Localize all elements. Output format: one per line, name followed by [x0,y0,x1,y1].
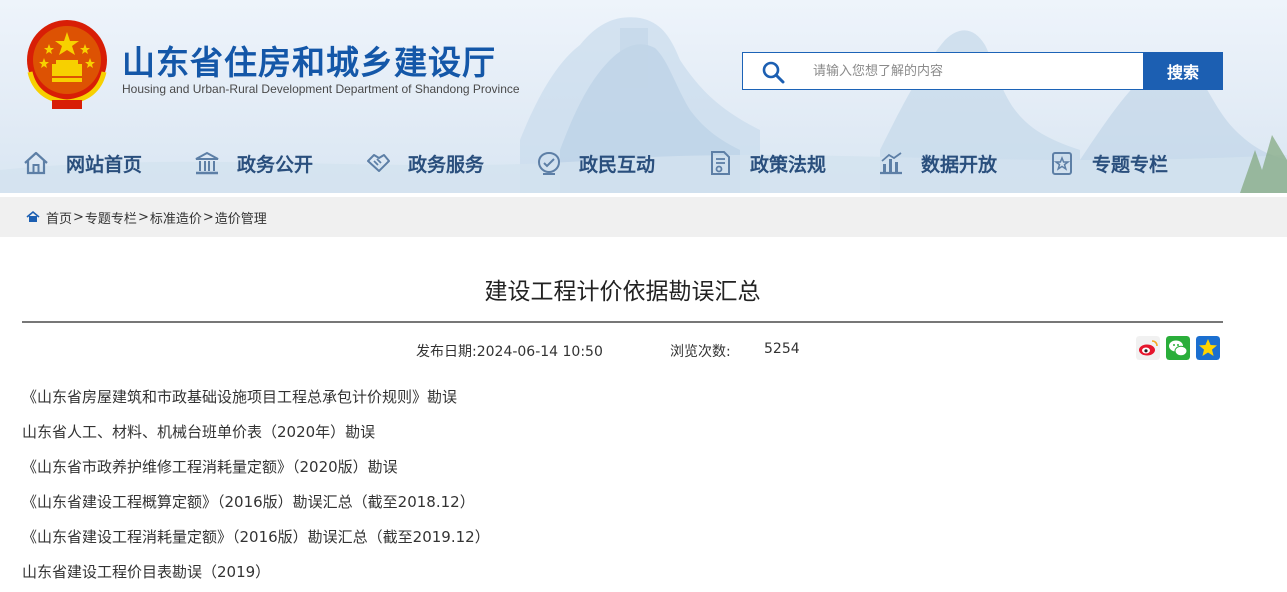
site-header: 山东省住房和城乡建设厅 Housing and Urban-Rural Deve… [0,0,1287,193]
title-divider [22,321,1223,323]
home-icon [24,151,48,175]
nav-label: 政务服务 [408,153,485,176]
breadcrumb-home-link[interactable]: 首页 [46,208,72,227]
breadcrumb-special-topics-link[interactable]: 专题专栏 [85,208,137,227]
nav-label: 专题专栏 [1092,153,1169,176]
document-link-text[interactable]: 山东省人工、材料、机械台班单价表（2020年）勘误 [22,423,375,441]
nav-label: 网站首页 [66,153,143,176]
views-label: 浏览次数: [670,344,731,360]
breadcrumb-bar: 首页 > 专题专栏 > 标准造价 > 造价管理 [0,197,1287,237]
search-input[interactable] [813,53,1133,89]
interaction-icon [537,151,561,175]
search-button[interactable]: 搜索 [1143,52,1223,90]
document-link-text[interactable]: 《山东省建设工程概算定额》（2016版）勘误汇总（截至2018.12） [22,493,475,511]
search-icon [762,61,785,84]
document-list: 《山东省房屋建筑和市政基础设施项目工程总承包计价规则》勘误 山东省人工、材料、机… [22,382,490,592]
favorite-star-icon[interactable] [1196,336,1220,360]
document-link[interactable]: 山东省人工、材料、机械台班单价表（2020年）勘误 [22,417,490,452]
main-navigation: 网站首页 政务公开 政务服务 政民互动 政策法规 数据开放 专题专栏 [0,140,1287,186]
nav-item-government-affairs[interactable]: 政务公开 [193,140,313,186]
policy-document-icon [711,151,730,175]
breadcrumb-separator: > [73,209,84,225]
document-link-text[interactable]: 《山东省房屋建筑和市政基础设施项目工程总承包计价规则》勘误 [22,388,457,406]
nav-label: 政民互动 [579,153,656,176]
nav-label: 数据开放 [921,153,998,176]
topic-star-icon [1052,152,1072,175]
document-link-text[interactable]: 《山东省市政养护维修工程消耗量定额》（2020版）勘误 [22,458,398,476]
breadcrumb-cost-management-link[interactable]: 造价管理 [215,208,267,227]
nav-label: 政务公开 [237,153,314,176]
nav-item-home[interactable]: 网站首页 [22,140,142,186]
document-link[interactable]: 《山东省房屋建筑和市政基础设施项目工程总承包计价规则》勘误 [22,382,490,417]
breadcrumb-separator: > [202,209,214,225]
publish-date: 发布日期:2024-06-14 10:50 [416,344,603,360]
nav-item-policies-regulations[interactable]: 政策法规 [706,140,826,186]
nav-item-government-services[interactable]: 政务服务 [364,140,484,186]
data-chart-icon [880,152,902,175]
search-box [742,52,1143,90]
nav-item-open-data[interactable]: 数据开放 [877,140,997,186]
handshake-icon [367,154,390,172]
views-count: 5254 [764,341,800,357]
breadcrumb: 首页 > 专题专栏 > 标准造价 > 造价管理 [26,197,267,237]
government-building-icon [195,151,219,175]
home-icon [26,210,40,222]
breadcrumb-separator: > [137,209,149,225]
document-link-text[interactable]: 山东省建设工程价目表勘误（2019） [22,563,270,581]
wechat-icon[interactable] [1166,336,1190,360]
article-title: 建设工程计价依据勘误汇总 [484,279,761,305]
nav-item-special-topics[interactable]: 专题专栏 [1048,140,1168,186]
document-link-text[interactable]: 《山东省建设工程消耗量定额》（2016版）勘误汇总（截至2019.12） [22,528,490,546]
document-link[interactable]: 《山东省建设工程消耗量定额》（2016版）勘误汇总（截至2019.12） [22,522,490,557]
document-link[interactable]: 《山东省市政养护维修工程消耗量定额》（2020版）勘误 [22,452,490,487]
site-title: 山东省住房和城乡建设厅 [122,43,496,82]
nav-item-public-interaction[interactable]: 政民互动 [535,140,655,186]
site-subtitle-english: Housing and Urban-Rural Development Depa… [122,82,520,96]
national-emblem-logo [27,20,107,109]
nav-label: 政策法规 [750,153,827,176]
weibo-icon[interactable] [1136,336,1160,360]
document-link[interactable]: 《山东省建设工程概算定额》（2016版）勘误汇总（截至2018.12） [22,487,490,522]
breadcrumb-standard-cost-link[interactable]: 标准造价 [150,208,202,227]
